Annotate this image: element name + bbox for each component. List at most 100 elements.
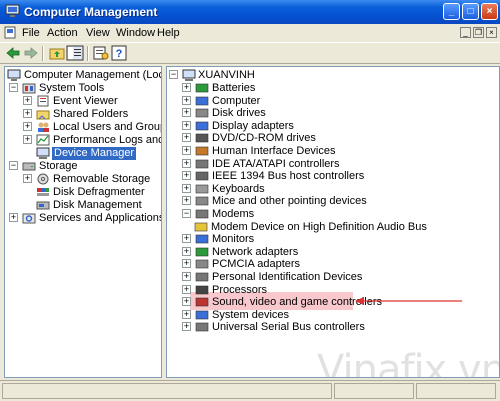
computer-icon <box>182 69 196 81</box>
expand-toggle[interactable]: + <box>182 322 191 332</box>
expand-toggle[interactable]: + <box>182 120 191 130</box>
expand-toggle[interactable]: + <box>182 259 191 269</box>
device-category-icon <box>195 297 209 307</box>
child-window-icon[interactable] <box>4 26 16 39</box>
device-category-icon <box>194 222 208 231</box>
expand-toggle[interactable]: + <box>182 284 191 294</box>
show-hide-tree-icon[interactable] <box>66 45 84 61</box>
tree-label: Human Interface Devices <box>212 145 336 157</box>
expand-toggle[interactable]: + <box>182 95 191 105</box>
device-category-icon <box>195 323 209 332</box>
expand-toggle[interactable]: + <box>182 309 191 319</box>
window-title: Computer Management <box>24 5 158 19</box>
collapse-toggle[interactable]: − <box>9 83 18 92</box>
tree-label: Disk drives <box>212 107 266 120</box>
toolbar-separator <box>87 46 89 61</box>
expand-toggle[interactable]: + <box>182 272 191 281</box>
tree-label: Storage <box>39 160 78 172</box>
expand-toggle[interactable]: + <box>23 174 32 183</box>
device-category-icon <box>195 108 209 118</box>
collapse-toggle[interactable]: − <box>182 209 191 218</box>
menu-file[interactable]: File <box>22 27 40 39</box>
tree-label: Monitors <box>212 233 255 246</box>
device-category-icon <box>195 197 209 206</box>
menu-view[interactable]: View <box>86 27 110 39</box>
menu-window[interactable]: Window <box>116 27 155 39</box>
defragmenter-icon <box>37 188 49 196</box>
device-category-icon <box>195 184 209 194</box>
mdi-restore-button[interactable]: ❐ <box>473 27 484 38</box>
expand-toggle[interactable]: + <box>182 246 191 256</box>
tree-label: XUANVINH <box>198 69 255 81</box>
system-tools-icon <box>22 83 36 94</box>
watermark: Vinafix.vn <box>317 347 500 378</box>
svg-text:?: ? <box>116 48 123 60</box>
device-category-icon <box>195 310 209 320</box>
shared-folder-icon <box>36 110 50 120</box>
status-cell <box>334 383 414 399</box>
tree-label: Mice and other pointing devices <box>212 195 367 208</box>
performance-icon <box>36 134 50 146</box>
disk-management-icon <box>36 201 50 210</box>
menu-bar: File Action View Window Help _ ❐ × <box>0 24 500 42</box>
forward-arrow-icon[interactable] <box>22 45 40 61</box>
device-category-icon <box>195 285 209 294</box>
expand-toggle[interactable]: + <box>182 146 191 155</box>
menu-action[interactable]: Action <box>47 27 78 39</box>
tree-label: Event Viewer <box>53 95 118 107</box>
help-icon[interactable]: ? <box>110 45 128 61</box>
tree-label: Processors <box>212 283 268 296</box>
maximize-button[interactable]: □ <box>462 3 479 20</box>
tree-label: PCMCIA adapters <box>212 258 301 271</box>
expand-toggle[interactable]: + <box>182 133 191 143</box>
back-arrow-icon[interactable] <box>4 45 22 61</box>
event-viewer-icon <box>37 95 49 107</box>
device-manager-icon <box>36 147 50 159</box>
tree-label: Personal Identification Devices <box>212 271 363 283</box>
computer-management-icon <box>7 69 21 81</box>
up-folder-icon[interactable] <box>48 45 66 61</box>
title-bar[interactable]: Computer Management _ □ × <box>0 0 500 24</box>
menu-help[interactable]: Help <box>157 27 180 39</box>
tree-label: Display adapters <box>212 119 294 132</box>
expand-toggle[interactable]: + <box>23 109 32 118</box>
collapse-toggle[interactable]: − <box>9 161 18 170</box>
device-category-icon <box>195 247 209 257</box>
tree-label: Removable Storage <box>53 173 151 185</box>
collapse-toggle[interactable]: − <box>169 70 178 79</box>
device-category-icon <box>195 209 209 219</box>
close-button[interactable]: × <box>481 3 498 20</box>
properties-icon[interactable] <box>92 45 110 61</box>
tree-label: System devices <box>212 308 290 321</box>
device-category-icon <box>195 121 209 131</box>
expand-toggle[interactable]: + <box>9 213 18 222</box>
device-list-pane[interactable]: − XUANVINH + Batteries + Computer + Disk driv… <box>166 66 500 378</box>
storage-icon <box>22 162 36 171</box>
expand-toggle[interactable]: + <box>182 171 191 181</box>
status-cell <box>416 383 496 399</box>
expand-toggle[interactable]: + <box>23 96 32 105</box>
toolbar: ? <box>0 42 500 64</box>
expand-toggle[interactable]: + <box>182 83 191 92</box>
tree-label: IEEE 1394 Bus host controllers <box>212 170 365 183</box>
expand-toggle[interactable]: + <box>182 108 191 118</box>
minimize-button[interactable]: _ <box>443 3 460 20</box>
expand-toggle[interactable]: + <box>23 122 32 131</box>
status-bar <box>0 380 500 401</box>
tree-label-selected: Device Manager <box>52 147 137 160</box>
tree-label: Universal Serial Bus controllers <box>212 321 365 334</box>
expand-toggle[interactable]: + <box>182 234 191 244</box>
tree-label: IDE ATA/ATAPI controllers <box>212 157 340 170</box>
expand-toggle[interactable]: + <box>182 158 191 168</box>
expand-toggle[interactable]: + <box>23 135 32 144</box>
removable-storage-icon <box>37 173 49 185</box>
tree-label: Shared Folders <box>53 108 129 120</box>
console-tree-pane[interactable]: Computer Management (Local) − System Too… <box>4 66 162 378</box>
expand-toggle[interactable]: + <box>182 196 191 206</box>
mdi-close-button[interactable]: × <box>486 27 497 38</box>
status-cell <box>2 383 332 399</box>
mdi-minimize-button[interactable]: _ <box>460 27 471 38</box>
expand-toggle[interactable]: + <box>182 297 191 307</box>
device-category-icon <box>195 159 209 168</box>
expand-toggle[interactable]: + <box>182 183 191 193</box>
